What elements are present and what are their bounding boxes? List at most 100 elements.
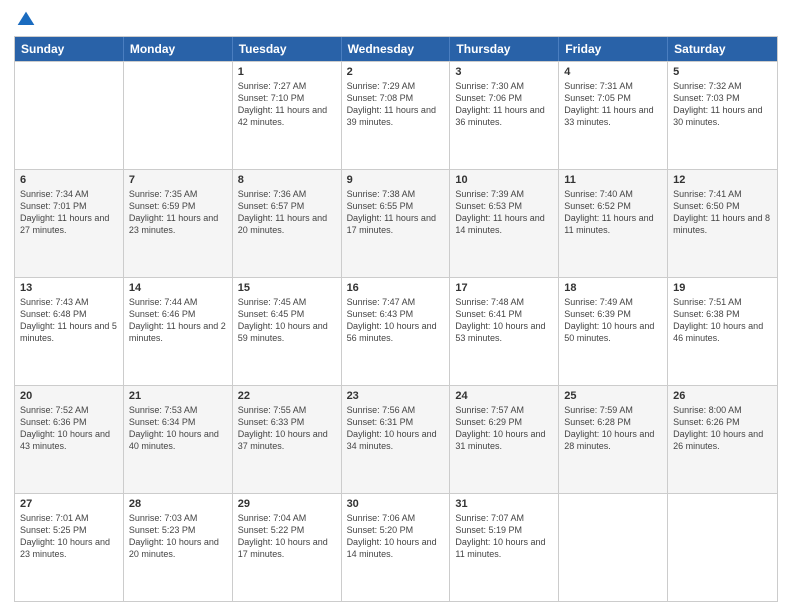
day-number: 11	[564, 174, 662, 186]
header-thursday: Thursday	[450, 37, 559, 61]
day-info: Sunrise: 7:56 AM Sunset: 6:31 PM Dayligh…	[347, 404, 445, 453]
calendar-cell: 4 Sunrise: 7:31 AM Sunset: 7:05 PM Daylig…	[559, 62, 668, 169]
header-saturday: Saturday	[668, 37, 777, 61]
day-number: 5	[673, 66, 772, 78]
calendar: Sunday Monday Tuesday Wednesday Thursday…	[14, 36, 778, 602]
calendar-cell: 18 Sunrise: 7:49 AM Sunset: 6:39 PM Dayli…	[559, 278, 668, 385]
day-info: Sunrise: 7:04 AM Sunset: 5:22 PM Dayligh…	[238, 512, 336, 561]
calendar-cell: 17 Sunrise: 7:48 AM Sunset: 6:41 PM Dayli…	[450, 278, 559, 385]
day-info: Sunrise: 7:07 AM Sunset: 5:19 PM Dayligh…	[455, 512, 553, 561]
calendar-cell: 28 Sunrise: 7:03 AM Sunset: 5:23 PM Dayli…	[124, 494, 233, 601]
day-number: 24	[455, 390, 553, 402]
calendar-cell: 21 Sunrise: 7:53 AM Sunset: 6:34 PM Dayli…	[124, 386, 233, 493]
logo-icon	[16, 10, 36, 30]
day-number: 15	[238, 282, 336, 294]
day-info: Sunrise: 7:36 AM Sunset: 6:57 PM Dayligh…	[238, 188, 336, 237]
calendar-cell: 2Sunrise: 7:29 AM Sunset: 7:08 PM Daylig…	[342, 62, 451, 169]
calendar-week-5: 27 Sunrise: 7:01 AM Sunset: 5:25 PM Dayli…	[15, 493, 777, 601]
day-number: 14	[129, 282, 227, 294]
calendar-body: 1 Sunrise: 7:27 AM Sunset: 7:10 PM Daylig…	[15, 61, 777, 601]
calendar-cell: 13 Sunrise: 7:43 AM Sunset: 6:48 PM Dayli…	[15, 278, 124, 385]
day-number: 1	[238, 66, 336, 78]
day-number: 23	[347, 390, 445, 402]
calendar-cell: 8Sunrise: 7:36 AM Sunset: 6:57 PM Daylig…	[233, 170, 342, 277]
day-number: 17	[455, 282, 553, 294]
day-info: Sunrise: 7:59 AM Sunset: 6:28 PM Dayligh…	[564, 404, 662, 453]
day-number: 7	[129, 174, 227, 186]
calendar-cell: 30 Sunrise: 7:06 AM Sunset: 5:20 PM Dayli…	[342, 494, 451, 601]
day-info: Sunrise: 7:48 AM Sunset: 6:41 PM Dayligh…	[455, 296, 553, 345]
day-info: Sunrise: 7:06 AM Sunset: 5:20 PM Dayligh…	[347, 512, 445, 561]
calendar-cell: 29 Sunrise: 7:04 AM Sunset: 5:22 PM Dayli…	[233, 494, 342, 601]
day-number: 13	[20, 282, 118, 294]
day-info: Sunrise: 7:45 AM Sunset: 6:45 PM Dayligh…	[238, 296, 336, 345]
calendar-cell	[124, 62, 233, 169]
header-wednesday: Wednesday	[342, 37, 451, 61]
logo	[14, 10, 36, 30]
day-info: Sunrise: 7:03 AM Sunset: 5:23 PM Dayligh…	[129, 512, 227, 561]
calendar-cell: 26 Sunrise: 8:00 AM Sunset: 6:26 PM Dayli…	[668, 386, 777, 493]
calendar-cell: 31 Sunrise: 7:07 AM Sunset: 5:19 PM Dayli…	[450, 494, 559, 601]
calendar-cell: 27 Sunrise: 7:01 AM Sunset: 5:25 PM Dayli…	[15, 494, 124, 601]
day-info: Sunrise: 7:01 AM Sunset: 5:25 PM Dayligh…	[20, 512, 118, 561]
day-number: 10	[455, 174, 553, 186]
calendar-cell: 12Sunrise: 7:41 AM Sunset: 6:50 PM Dayli…	[668, 170, 777, 277]
day-number: 21	[129, 390, 227, 402]
day-number: 20	[20, 390, 118, 402]
calendar-week-1: 1 Sunrise: 7:27 AM Sunset: 7:10 PM Daylig…	[15, 61, 777, 169]
day-number: 29	[238, 498, 336, 510]
calendar-cell: 10 Sunrise: 7:39 AM Sunset: 6:53 PM Dayli…	[450, 170, 559, 277]
calendar-cell: 15 Sunrise: 7:45 AM Sunset: 6:45 PM Dayli…	[233, 278, 342, 385]
calendar-cell	[668, 494, 777, 601]
calendar-cell: 20 Sunrise: 7:52 AM Sunset: 6:36 PM Dayli…	[15, 386, 124, 493]
calendar-week-2: 6Sunrise: 7:34 AM Sunset: 7:01 PM Daylig…	[15, 169, 777, 277]
day-info: Sunrise: 8:00 AM Sunset: 6:26 PM Dayligh…	[673, 404, 772, 453]
day-info: Sunrise: 7:47 AM Sunset: 6:43 PM Dayligh…	[347, 296, 445, 345]
day-number: 19	[673, 282, 772, 294]
day-info: Sunrise: 7:52 AM Sunset: 6:36 PM Dayligh…	[20, 404, 118, 453]
day-number: 22	[238, 390, 336, 402]
calendar-week-3: 13 Sunrise: 7:43 AM Sunset: 6:48 PM Dayli…	[15, 277, 777, 385]
day-info: Sunrise: 7:39 AM Sunset: 6:53 PM Dayligh…	[455, 188, 553, 237]
day-number: 12	[673, 174, 772, 186]
day-number: 26	[673, 390, 772, 402]
day-number: 9	[347, 174, 445, 186]
day-number: 31	[455, 498, 553, 510]
calendar-cell: 22 Sunrise: 7:55 AM Sunset: 6:33 PM Dayli…	[233, 386, 342, 493]
calendar-cell: 24 Sunrise: 7:57 AM Sunset: 6:29 PM Dayli…	[450, 386, 559, 493]
day-number: 3	[455, 66, 553, 78]
day-number: 28	[129, 498, 227, 510]
calendar-cell: 5 Sunrise: 7:32 AM Sunset: 7:03 PM Daylig…	[668, 62, 777, 169]
day-info: Sunrise: 7:30 AM Sunset: 7:06 PM Dayligh…	[455, 80, 553, 129]
day-info: Sunrise: 7:27 AM Sunset: 7:10 PM Dayligh…	[238, 80, 336, 129]
calendar-cell	[559, 494, 668, 601]
day-info: Sunrise: 7:43 AM Sunset: 6:48 PM Dayligh…	[20, 296, 118, 345]
calendar-cell: 16Sunrise: 7:47 AM Sunset: 6:43 PM Dayli…	[342, 278, 451, 385]
header-tuesday: Tuesday	[233, 37, 342, 61]
calendar-cell: 9 Sunrise: 7:38 AM Sunset: 6:55 PM Daylig…	[342, 170, 451, 277]
day-info: Sunrise: 7:53 AM Sunset: 6:34 PM Dayligh…	[129, 404, 227, 453]
day-number: 4	[564, 66, 662, 78]
day-info: Sunrise: 7:38 AM Sunset: 6:55 PM Dayligh…	[347, 188, 445, 237]
day-info: Sunrise: 7:35 AM Sunset: 6:59 PM Dayligh…	[129, 188, 227, 237]
day-number: 27	[20, 498, 118, 510]
header-sunday: Sunday	[15, 37, 124, 61]
calendar-cell: 23 Sunrise: 7:56 AM Sunset: 6:31 PM Dayli…	[342, 386, 451, 493]
day-info: Sunrise: 7:57 AM Sunset: 6:29 PM Dayligh…	[455, 404, 553, 453]
header-monday: Monday	[124, 37, 233, 61]
day-number: 2	[347, 66, 445, 78]
calendar-week-4: 20 Sunrise: 7:52 AM Sunset: 6:36 PM Dayli…	[15, 385, 777, 493]
day-info: Sunrise: 7:55 AM Sunset: 6:33 PM Dayligh…	[238, 404, 336, 453]
day-info: Sunrise: 7:49 AM Sunset: 6:39 PM Dayligh…	[564, 296, 662, 345]
header-friday: Friday	[559, 37, 668, 61]
day-info: Sunrise: 7:31 AM Sunset: 7:05 PM Dayligh…	[564, 80, 662, 129]
day-info: Sunrise: 7:32 AM Sunset: 7:03 PM Dayligh…	[673, 80, 772, 129]
day-number: 25	[564, 390, 662, 402]
day-number: 18	[564, 282, 662, 294]
calendar-cell: 11 Sunrise: 7:40 AM Sunset: 6:52 PM Dayli…	[559, 170, 668, 277]
calendar-cell: 19Sunrise: 7:51 AM Sunset: 6:38 PM Dayli…	[668, 278, 777, 385]
calendar-header: Sunday Monday Tuesday Wednesday Thursday…	[15, 37, 777, 61]
day-number: 30	[347, 498, 445, 510]
day-info: Sunrise: 7:34 AM Sunset: 7:01 PM Dayligh…	[20, 188, 118, 237]
day-info: Sunrise: 7:40 AM Sunset: 6:52 PM Dayligh…	[564, 188, 662, 237]
